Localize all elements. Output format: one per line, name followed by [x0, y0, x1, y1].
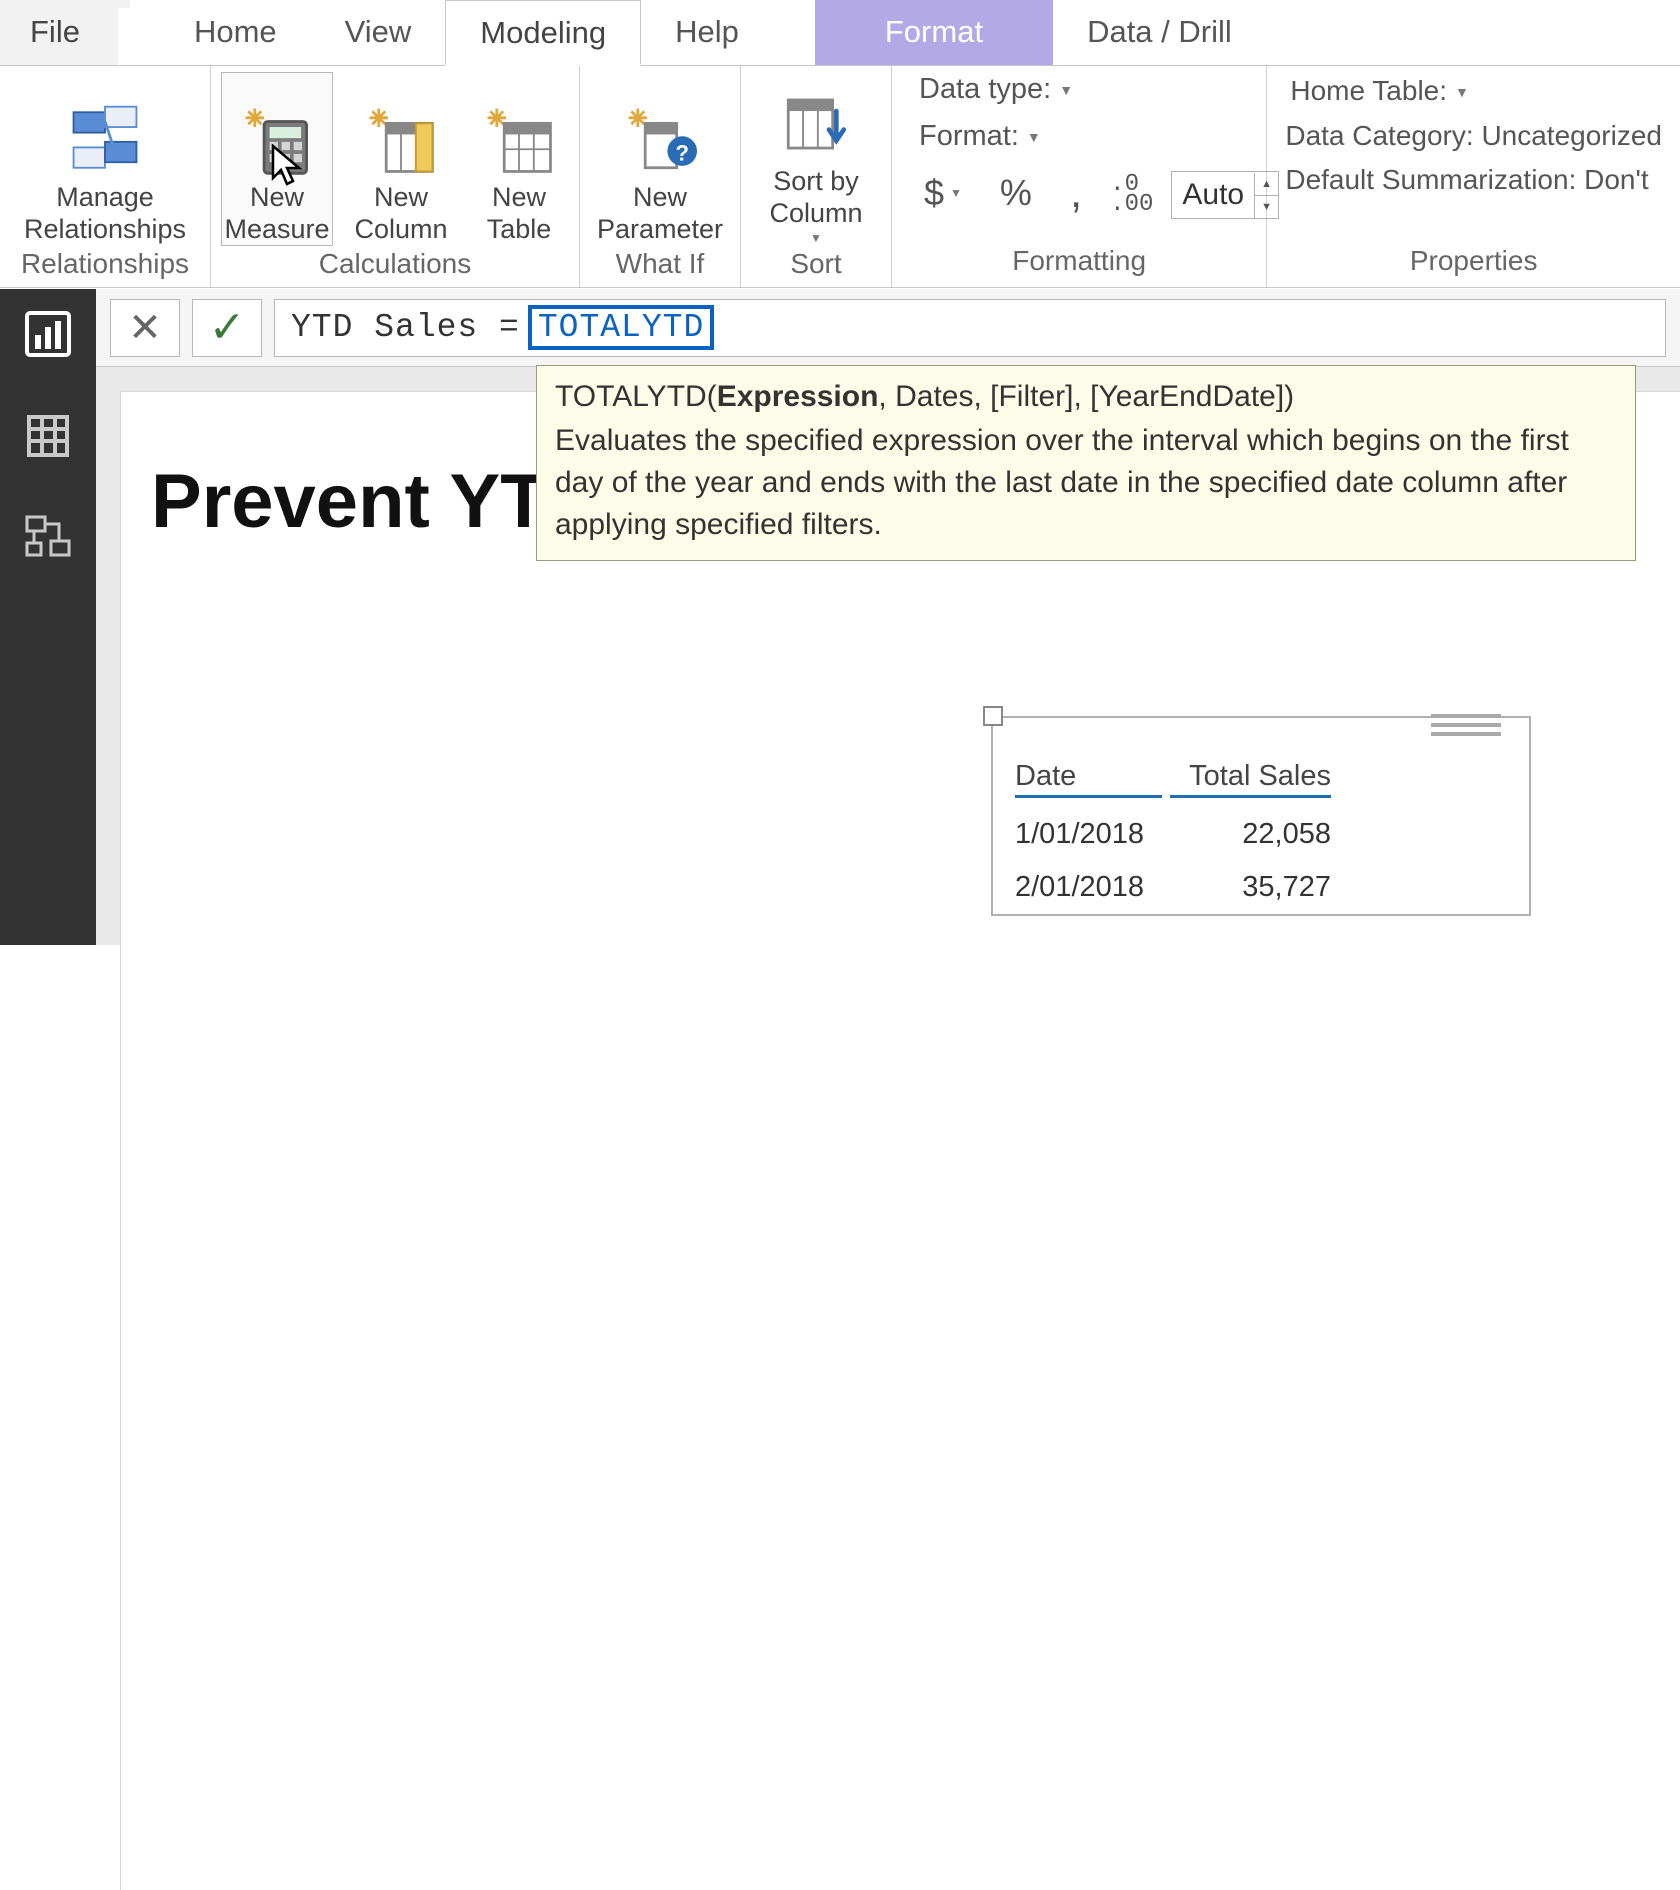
group-caption-calculations: Calculations: [221, 246, 569, 286]
thousands-separator-button[interactable]: ,: [1060, 168, 1092, 222]
tab-file[interactable]: File: [0, 0, 118, 65]
group-caption-sort: Sort: [751, 246, 881, 286]
new-measure-button[interactable]: New Measure: [221, 72, 333, 246]
sort-by-column-button[interactable]: Sort by Column ▼: [751, 72, 881, 246]
resize-handle-nw[interactable]: [983, 706, 1003, 726]
report-view-icon[interactable]: [23, 309, 73, 359]
new-table-button[interactable]: New Table: [469, 72, 569, 246]
sort-icon: [779, 87, 853, 161]
new-column-button[interactable]: New Column: [345, 72, 457, 246]
col-date[interactable]: Date: [1011, 754, 1166, 808]
manage-relationships-button[interactable]: Manage Relationships: [10, 72, 200, 246]
svg-text:?: ?: [675, 140, 689, 165]
column-icon: [364, 103, 438, 177]
group-relationships: Manage Relationships Relationships: [0, 66, 211, 287]
table-icon: [482, 103, 556, 177]
tab-format[interactable]: Format: [815, 0, 1053, 65]
decimal-places-icon: .0.00: [1110, 175, 1153, 215]
sales-table: Date Total Sales 1/01/2018 22,058 2/01/2…: [1011, 754, 1335, 914]
group-caption-whatif: What If: [590, 246, 730, 286]
formula-input[interactable]: YTD Sales = TOTALYTD: [274, 299, 1666, 357]
group-whatif: ? New Parameter What If: [580, 66, 741, 287]
formula-bar: ✕ ✓ YTD Sales = TOTALYTD: [96, 289, 1680, 367]
group-caption-properties: Properties: [1277, 243, 1670, 283]
model-view-icon[interactable]: [23, 513, 73, 563]
data-type-dropdown[interactable]: Data type:: [914, 72, 1078, 107]
intellisense-tooltip: TOTALYTD(Expression, Dates, [Filter], [Y…: [536, 365, 1636, 561]
formula-highlight-token: TOTALYTD: [528, 305, 714, 350]
tooltip-description: Evaluates the specified expression over …: [555, 420, 1617, 546]
ribbon-tabs: File Home View Modeling Help Format Data…: [0, 0, 1680, 66]
chevron-down-icon: ▼: [810, 231, 822, 245]
group-properties: Home Table: Data Category: Uncategorized…: [1267, 66, 1680, 287]
relationships-icon: [68, 103, 142, 177]
group-calculations: New Measure New Column: [211, 66, 580, 287]
data-view-icon[interactable]: [23, 411, 73, 461]
decimal-places-auto[interactable]: Auto ▲▼: [1171, 171, 1279, 219]
formula-cancel-button[interactable]: ✕: [110, 299, 180, 357]
data-category-dropdown[interactable]: Data Category: Uncategorized: [1285, 120, 1662, 152]
tab-data-drill[interactable]: Data / Drill: [1053, 0, 1266, 65]
new-parameter-button[interactable]: ? New Parameter: [590, 72, 730, 246]
tooltip-signature: TOTALYTD(Expression, Dates, [Filter], [Y…: [555, 376, 1617, 418]
format-dropdown[interactable]: Format:: [914, 119, 1046, 154]
group-formatting: Data type: Format: $ % , .0.00 Auto ▲▼ F…: [892, 66, 1267, 287]
tab-modeling[interactable]: Modeling: [445, 0, 641, 66]
col-total-sales[interactable]: Total Sales: [1166, 754, 1335, 808]
percent-format-button[interactable]: %: [990, 172, 1042, 218]
parameter-icon: ?: [623, 103, 697, 177]
formula-accept-button[interactable]: ✓: [192, 299, 262, 357]
view-rail: [0, 289, 96, 945]
report-page[interactable]: Prevent YTD Results Projecting Forw Date…: [120, 391, 1680, 1890]
group-sort: Sort by Column ▼ Sort: [741, 66, 892, 287]
table-visual[interactable]: Date Total Sales 1/01/2018 22,058 2/01/2…: [991, 716, 1531, 916]
group-caption-formatting: Formatting: [902, 243, 1256, 283]
tab-home[interactable]: Home: [160, 0, 311, 65]
currency-format-button[interactable]: $: [914, 172, 972, 218]
measure-icon: [240, 103, 314, 177]
default-summarization-dropdown[interactable]: Default Summarization: Don't: [1285, 164, 1648, 196]
ribbon: Manage Relationships Relationships: [0, 66, 1680, 288]
tab-help[interactable]: Help: [641, 0, 773, 65]
table-row[interactable]: 2/01/2018 35,727: [1011, 861, 1335, 914]
tab-view[interactable]: View: [311, 0, 446, 65]
group-caption-relationships: Relationships: [10, 246, 200, 286]
home-table-dropdown[interactable]: Home Table:: [1285, 74, 1474, 108]
table-row[interactable]: 1/01/2018 22,058: [1011, 808, 1335, 861]
drag-handle[interactable]: [1431, 714, 1501, 736]
